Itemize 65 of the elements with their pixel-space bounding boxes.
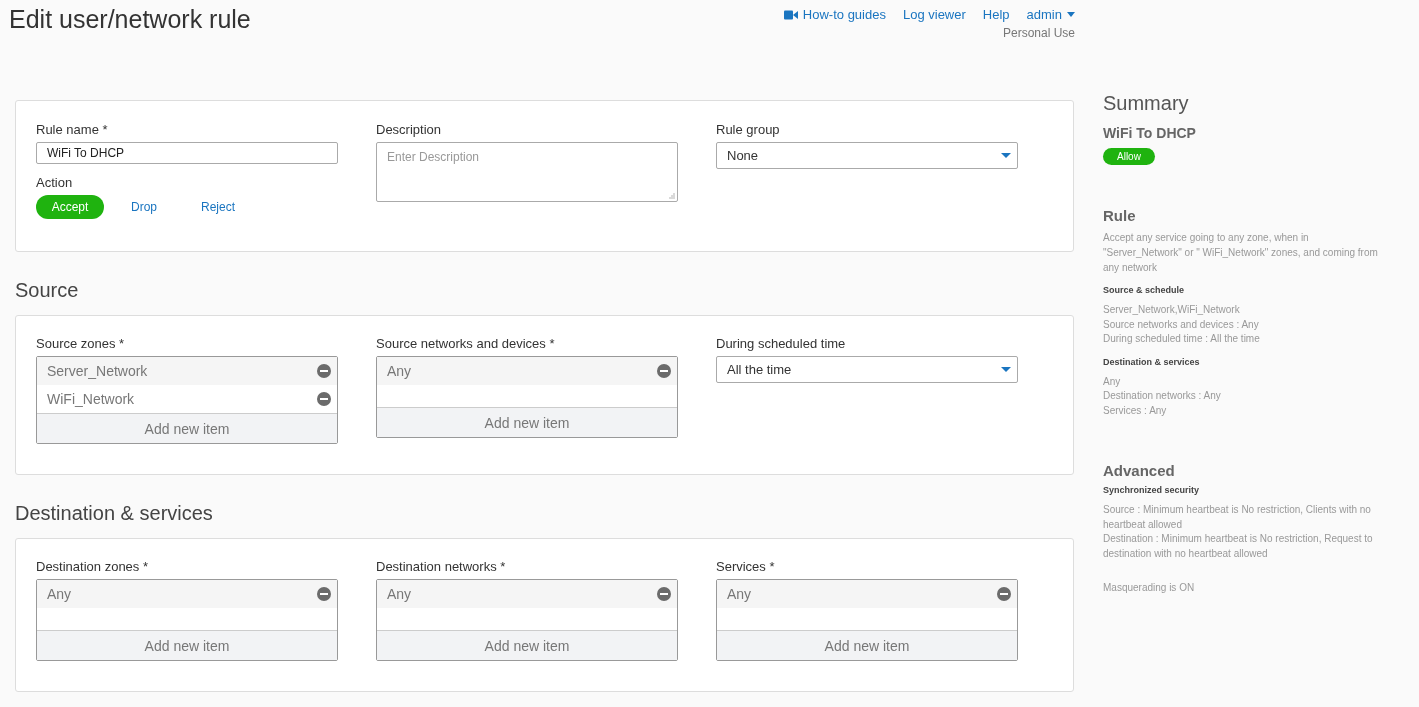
list-item: Any	[387, 363, 412, 379]
field-label: Description	[376, 122, 443, 137]
group-heading: Source & schedule	[1103, 285, 1186, 295]
remove-icon[interactable]	[997, 587, 1011, 601]
summary-heading: Rule	[1103, 207, 1137, 224]
link[interactable]: Help	[982, 7, 1010, 22]
user-menu[interactable]: admin	[1026, 7, 1075, 22]
add-item-button[interactable]: Add new item	[717, 630, 1017, 660]
summary-line: Any	[1103, 374, 1122, 389]
rule-group-dropdown[interactable]: None	[716, 142, 1018, 169]
remove-icon[interactable]	[317, 587, 331, 601]
dropdown-arrow-icon	[1001, 153, 1011, 158]
summary-line: Source : Minimum heartbeat is No restriction, Clients with no heartbeat allowed	[1103, 503, 1372, 532]
field-label: Source zones *	[36, 336, 126, 351]
summary-line: Services : Any	[1103, 403, 1168, 418]
field-label: Rule name *	[36, 122, 109, 137]
list-item: Any	[47, 586, 72, 602]
summary-line: Destination networks : Any	[1103, 389, 1222, 403]
summary-line: Server_Network,WiFi_Network	[1103, 303, 1241, 317]
action-option[interactable]: Accept	[36, 195, 104, 219]
list-item: Any	[727, 586, 752, 602]
license-label: Personal Use	[1002, 26, 1075, 40]
remove-icon[interactable]	[317, 392, 331, 406]
list-item: Any	[387, 586, 412, 602]
summary-title: Summary	[1103, 92, 1190, 115]
summary-line: Destination : Minimum heartbeat is No restriction, Request to destination with no heartbeat allowed	[1103, 532, 1374, 561]
schedule-dropdown[interactable]: All the time	[716, 356, 1018, 383]
add-item-button[interactable]: Add new item	[377, 630, 677, 660]
action-option[interactable]: Drop	[110, 195, 178, 219]
action-option[interactable]: Reject	[184, 195, 252, 219]
group-heading: Destination & services	[1103, 356, 1201, 367]
field-label: During scheduled time	[716, 336, 847, 351]
add-item-button[interactable]: Add new item	[37, 630, 337, 660]
link[interactable]: Log viewer	[902, 7, 966, 22]
page-title: Edit user/network rule	[9, 5, 251, 35]
field-label: Rule group	[716, 122, 781, 137]
field-label: Destination networks *	[376, 559, 507, 574]
summary-line: Masquerading is ON	[1103, 581, 1196, 595]
field-label: Source networks and devices *	[376, 336, 556, 351]
summary-heading: Advanced	[1103, 462, 1176, 479]
field-label: Action	[36, 175, 74, 190]
rule-name-field[interactable]: WiFi To DHCP	[36, 142, 338, 164]
summary-line: Source networks and devices : Any	[1103, 317, 1260, 332]
remove-icon[interactable]	[657, 364, 671, 378]
remove-icon[interactable]	[657, 587, 671, 601]
video-camera-icon	[783, 9, 798, 20]
field-label: Destination zones *	[36, 559, 149, 574]
remove-icon[interactable]	[317, 364, 331, 378]
section-heading: Destination & services	[15, 502, 214, 525]
list-item: Server_Network	[47, 363, 148, 379]
rule-description: Accept any service going to any zone, when in "Server_Network" or " WiFi_Network" zones, and coming from any network	[1103, 231, 1379, 275]
link[interactable]: How-to guides	[783, 7, 886, 22]
caret-icon	[1067, 12, 1075, 17]
description-field[interactable]: Enter Description	[376, 142, 678, 202]
field-label: Services *	[716, 559, 776, 574]
rule-name: WiFi To DHCP	[1103, 125, 1197, 141]
dropdown-arrow-icon	[1001, 367, 1011, 372]
resize-grip-icon	[669, 193, 675, 199]
section-heading: Source	[15, 279, 80, 302]
list-item: WiFi_Network	[47, 391, 135, 407]
status-badge: Allow	[1103, 148, 1155, 165]
group-heading: Synchronized security	[1103, 485, 1201, 495]
add-item-button[interactable]: Add new item	[37, 413, 337, 443]
add-item-button[interactable]: Add new item	[377, 407, 677, 437]
summary-line: During scheduled time : All the time	[1103, 332, 1261, 346]
